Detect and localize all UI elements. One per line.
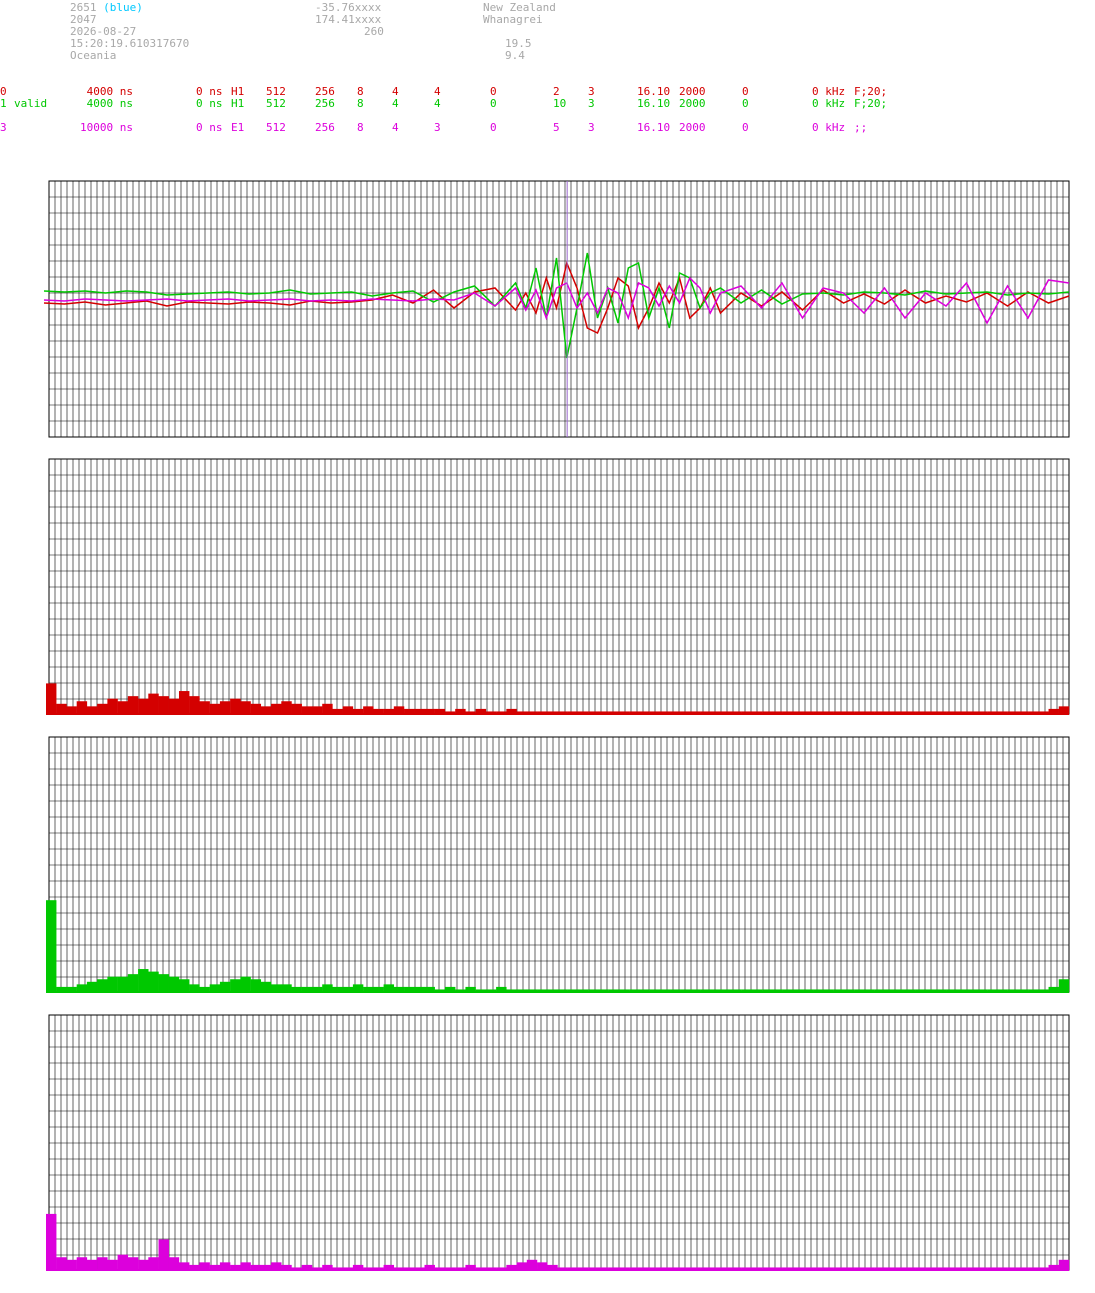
spectrum-1-bar: [158, 696, 169, 714]
spectrum-3-bar: [219, 1262, 231, 1270]
spectrum-2-bar: [148, 971, 159, 992]
spectrum-2-bar: [322, 984, 333, 992]
grid-0: [48, 180, 1070, 438]
spectrum-2-bar: [1058, 979, 1070, 992]
spectrum-1-bar: [178, 691, 190, 714]
spectrum-2-bar: [138, 969, 149, 992]
spectrum-3-bar: [127, 1257, 139, 1270]
spectrum-3-bar: [178, 1262, 190, 1270]
spectrum-1-bar: [148, 693, 159, 714]
spectrum-3-bar: [1058, 1259, 1070, 1270]
spectrum-1-bar: [189, 696, 200, 714]
spectrum-2-bar: [250, 979, 262, 992]
spectrum-1-bar: [301, 706, 313, 714]
spectrum-3-bar: [86, 1259, 98, 1270]
spectrum-1-bar: [117, 701, 129, 714]
spectrum-1-bar: [168, 698, 180, 714]
spectrum-1-bar: [311, 706, 323, 714]
spectrum-2-bar: [97, 979, 108, 992]
spectrum-2-bar: [76, 984, 88, 992]
grid-3: [48, 1014, 1070, 1270]
spectrum-1-bar: [322, 703, 333, 714]
spectrum-3-bar: [537, 1262, 548, 1270]
charts: [43, 180, 1070, 1271]
spectrum-2-bar: [178, 979, 190, 992]
spectrum-1-bar: [46, 683, 57, 714]
spectrum-3-bar: [107, 1259, 118, 1270]
grid-2: [48, 736, 1070, 992]
spectrum-3-bar: [168, 1257, 180, 1270]
spectrum-2-bar: [230, 979, 241, 992]
spectrum-1-bar: [281, 701, 292, 714]
spectrum-2-bar: [158, 974, 169, 992]
spectrum-3-bar: [138, 1259, 149, 1270]
spectrum-3-bar: [46, 1213, 57, 1270]
spectrum-1-bar: [1058, 706, 1070, 714]
spectrum-1-bar: [291, 703, 302, 714]
spectrum-1-bar: [230, 698, 241, 714]
spectrum-2-bar: [240, 976, 251, 992]
grid-1: [48, 458, 1070, 714]
spectrum-2-bar: [271, 984, 282, 992]
spectrum-3-bar: [240, 1262, 251, 1270]
spectrum-2-bar: [168, 976, 180, 992]
spectrum-3-bar: [66, 1259, 77, 1270]
spectrum-1-bar: [393, 706, 405, 714]
spectrum-3-bar: [76, 1257, 88, 1270]
spectrum-3-bar: [117, 1254, 129, 1270]
spectrum-3-bar: [271, 1262, 282, 1270]
spectrum-2-bar: [352, 984, 364, 992]
spectrum-1-bar: [363, 706, 374, 714]
spectrum-1-bar: [219, 701, 231, 714]
waveform-series-0: [43, 260, 1070, 335]
spectrum-1-bar: [342, 706, 354, 714]
spectrum-1-bar: [127, 696, 139, 714]
spectrum-3-bar: [148, 1257, 159, 1270]
spectrum-1-bar: [97, 703, 108, 714]
spectrum-2-bar: [46, 900, 57, 992]
spectrum-1-bar: [76, 701, 88, 714]
spectrum-3-bar: [97, 1257, 108, 1270]
spectrum-2-bar: [117, 976, 129, 992]
spectrum-1-bar: [66, 706, 77, 714]
spectrum-1-bar: [240, 701, 251, 714]
spectrum-3-bar: [56, 1257, 67, 1270]
spectrum-2-bar: [260, 981, 272, 992]
spectrum-1-bar: [107, 698, 118, 714]
spectrum-1-bar: [250, 703, 262, 714]
spectrum-2-bar: [86, 981, 98, 992]
spectrum-2-bar: [127, 974, 139, 992]
spectrum-3-bar: [199, 1262, 210, 1270]
spectrum-1-bar: [199, 701, 210, 714]
spectrum-2-bar: [281, 984, 292, 992]
spectrum-1-bar: [86, 706, 98, 714]
spectrum-2-bar: [189, 984, 200, 992]
spectrum-2-bar: [383, 984, 395, 992]
spectrum-3-bar: [526, 1259, 538, 1270]
waveform-series-2: [43, 276, 1070, 325]
spectrum-3-bar: [158, 1239, 169, 1270]
spectrum-3-bar: [516, 1262, 528, 1270]
spectrum-1-bar: [138, 698, 149, 714]
spectrum-1-bar: [56, 703, 67, 714]
spectrum-2-bar: [107, 976, 118, 992]
spectrum-1-bar: [271, 703, 282, 714]
spectrum-2-bar: [219, 981, 231, 992]
spectrum-2-bar: [209, 984, 221, 992]
spectrum-1-bar: [209, 703, 221, 714]
spectrum-1-bar: [260, 706, 272, 714]
